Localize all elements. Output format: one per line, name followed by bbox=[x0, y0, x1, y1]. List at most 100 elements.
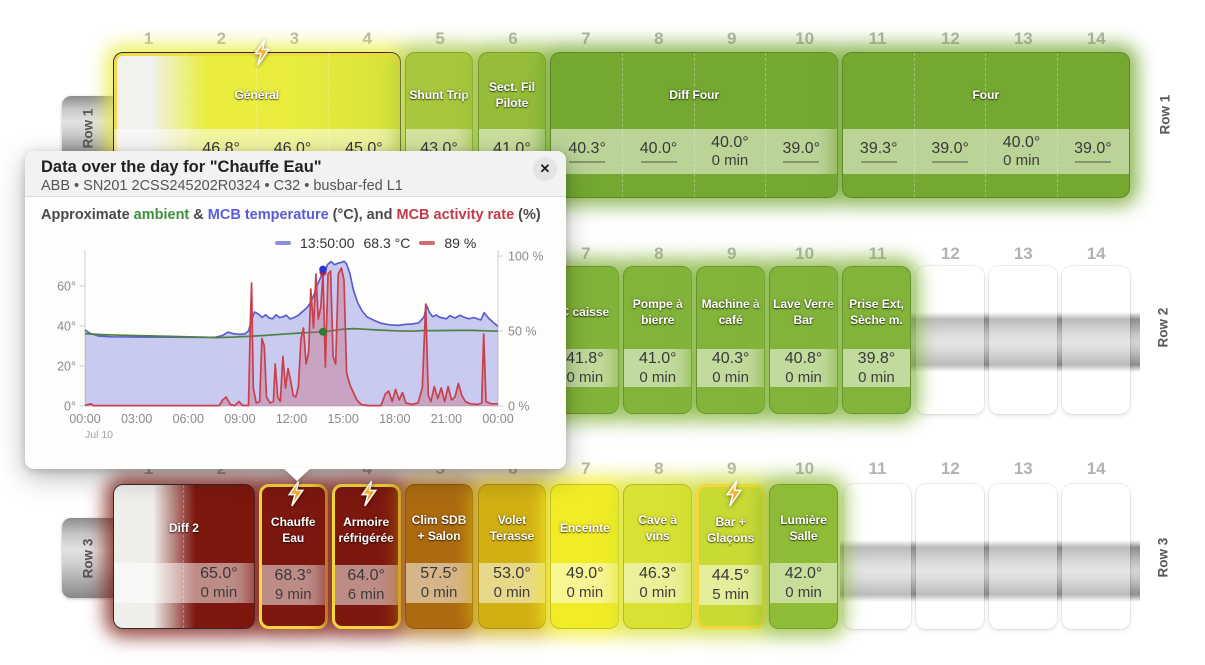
column-number: 14 bbox=[1060, 459, 1133, 479]
active-minutes-value: 9 min bbox=[275, 586, 312, 603]
breaker-bar-glac-ons[interactable]: Bar + Glaçons44.5°5 min bbox=[696, 484, 765, 629]
lightning-bolt bbox=[356, 480, 382, 512]
value-band: 40.3°40.0°40.0°0 min39.0° bbox=[551, 129, 837, 174]
active-minutes-value: 0 min bbox=[566, 584, 603, 601]
no-activity-rule bbox=[783, 161, 819, 163]
popup-caret bbox=[283, 468, 311, 481]
column-number: 1 bbox=[112, 29, 185, 49]
temperature-value: 40.3° bbox=[712, 350, 750, 368]
breaker-enceinte[interactable]: Enceinte49.0°0 min bbox=[550, 484, 619, 629]
active-minutes-value: 0 min bbox=[712, 152, 749, 169]
column-number: 4 bbox=[331, 29, 404, 49]
value-band: 64.0°6 min bbox=[335, 565, 398, 605]
temperature-value: 53.0° bbox=[493, 565, 531, 583]
day-chart: 0°20°40°60°0 %50 %100 %00:0003:0006:0009… bbox=[30, 246, 562, 458]
lightning-icon bbox=[356, 480, 382, 507]
breaker-clim-sdb-salon[interactable]: Clim SDB + Salon57.5°0 min bbox=[405, 484, 474, 629]
no-activity-rule bbox=[932, 161, 968, 163]
breaker-label: Diff 2 bbox=[114, 497, 254, 561]
svg-text:Jul 10: Jul 10 bbox=[85, 429, 113, 441]
value-band: 53.0°0 min bbox=[479, 563, 546, 603]
heading-part-plain: (°C), and bbox=[329, 207, 397, 223]
svg-text:06:00: 06:00 bbox=[173, 412, 204, 426]
breaker-cell: 40.0° bbox=[623, 129, 694, 174]
column-number: 9 bbox=[695, 29, 768, 49]
close-icon[interactable]: ✕ bbox=[533, 157, 557, 181]
temperature-value: 42.0° bbox=[785, 565, 823, 583]
breaker-chauffe-eau[interactable]: Chauffe Eau68.3°9 min bbox=[259, 484, 328, 629]
empty-slot bbox=[1062, 266, 1130, 414]
breaker-label: Four bbox=[843, 65, 1129, 127]
breaker-four[interactable]: Four39.3°39.0°40.0°0 min39.0° bbox=[842, 52, 1130, 198]
temperature-value: 40.8° bbox=[785, 350, 823, 368]
row-label-right: Row 3 bbox=[1156, 544, 1171, 578]
svg-text:09:00: 09:00 bbox=[224, 412, 255, 426]
heading-part-plain: Approximate bbox=[41, 207, 134, 223]
empty-slot bbox=[916, 266, 984, 414]
active-minutes-value: 0 min bbox=[785, 369, 822, 386]
empty-slot bbox=[844, 484, 912, 629]
temperature-value: 39.0° bbox=[783, 140, 821, 158]
column-number: 7 bbox=[549, 29, 622, 49]
column-number: 10 bbox=[768, 244, 841, 264]
column-number: 11 bbox=[841, 244, 914, 264]
breaker-prise-ext-se-che-m[interactable]: Prise Ext, Sèche m.39.8°0 min bbox=[842, 266, 911, 414]
no-activity-rule bbox=[861, 161, 897, 163]
value-band: 39.8°0 min bbox=[843, 349, 910, 387]
breaker-cell bbox=[114, 563, 184, 603]
column-number: 11 bbox=[841, 459, 914, 479]
temperature-value: 49.0° bbox=[566, 565, 604, 583]
breaker-label: Lumière Salle bbox=[770, 497, 837, 561]
column-number: 13 bbox=[987, 29, 1060, 49]
breaker-cave-a-vins[interactable]: Cave à vins46.3°0 min bbox=[623, 484, 692, 629]
temperature-value: 39.0° bbox=[1074, 140, 1112, 158]
svg-text:60°: 60° bbox=[57, 280, 76, 294]
breaker-label: Shunt Trip bbox=[406, 65, 473, 127]
breaker-armoire-re-frige-re-e[interactable]: Armoire réfrigérée64.0°6 min bbox=[332, 484, 401, 629]
column-number: 8 bbox=[622, 244, 695, 264]
heading-part-rate: MCB activity rate bbox=[396, 207, 514, 223]
breaker-cell: 53.0°0 min bbox=[479, 563, 546, 603]
svg-text:00:00: 00:00 bbox=[69, 412, 100, 426]
breaker-cell: 64.0°6 min bbox=[335, 565, 398, 605]
breaker-machine-a-cafe[interactable]: Machine à café40.3°0 min bbox=[696, 266, 765, 414]
lightning-icon bbox=[721, 480, 747, 507]
breaker-cell: 40.3°0 min bbox=[697, 349, 764, 387]
breaker-lave-verre-bar[interactable]: Lave Verre Bar40.8°0 min bbox=[769, 266, 838, 414]
column-number: 13 bbox=[987, 244, 1060, 264]
svg-text:00:00: 00:00 bbox=[482, 412, 513, 426]
value-band: 44.5°5 min bbox=[699, 565, 762, 605]
value-band: 41.0°0 min bbox=[624, 349, 691, 387]
value-band: 57.5°0 min bbox=[406, 563, 473, 603]
breaker-cell: 49.0°0 min bbox=[551, 563, 618, 603]
active-minutes-value: 0 min bbox=[421, 584, 458, 601]
value-band: 68.3°9 min bbox=[262, 565, 325, 605]
breaker-cell: 40.0°0 min bbox=[694, 129, 765, 174]
breaker-cell: 46.3°0 min bbox=[624, 563, 691, 603]
temperature-value: 40.0° bbox=[640, 140, 678, 158]
active-minutes-value: 0 min bbox=[201, 584, 238, 601]
column-number: 2 bbox=[185, 29, 258, 49]
breaker-cell: 68.3°9 min bbox=[262, 565, 325, 605]
column-number: 5 bbox=[404, 29, 477, 49]
breaker-volet-terasse[interactable]: Volet Terasse53.0°0 min bbox=[478, 484, 547, 629]
value-band: 40.8°0 min bbox=[770, 349, 837, 387]
active-minutes-value: 0 min bbox=[1003, 152, 1040, 169]
empty-slot bbox=[1062, 484, 1130, 629]
breaker-cell: 44.5°5 min bbox=[699, 565, 762, 605]
breaker-diff-2[interactable]: Diff 265.0°0 min bbox=[113, 484, 255, 629]
active-minutes-value: 5 min bbox=[712, 586, 749, 603]
column-number: 14 bbox=[1060, 244, 1133, 264]
empty-slot bbox=[989, 484, 1057, 629]
column-number: 14 bbox=[1060, 29, 1133, 49]
lightning-bolt bbox=[283, 480, 309, 512]
breaker-lumie-re-salle[interactable]: Lumière Salle42.0°0 min bbox=[769, 484, 838, 629]
breaker-diff-four[interactable]: Diff Four40.3°40.0°40.0°0 min39.0° bbox=[550, 52, 838, 198]
active-minutes-value: 0 min bbox=[712, 369, 749, 386]
value-band: 65.0°0 min bbox=[114, 563, 254, 603]
column-number: 10 bbox=[768, 29, 841, 49]
breaker-pompe-a-bierre[interactable]: Pompe à bierre41.0°0 min bbox=[623, 266, 692, 414]
svg-text:100 %: 100 % bbox=[508, 250, 543, 264]
lightning-icon bbox=[283, 480, 309, 507]
lightning-bolt bbox=[249, 39, 275, 71]
